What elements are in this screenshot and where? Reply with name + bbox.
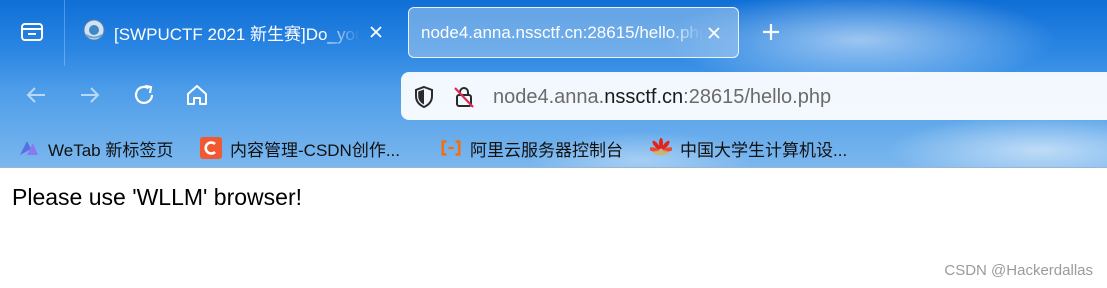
url-prefix: node4.anna. xyxy=(493,86,605,108)
plus-icon xyxy=(761,22,781,47)
huawei-icon xyxy=(650,137,672,159)
csdn-icon xyxy=(200,137,222,159)
bookmark-csdn[interactable]: 内容管理-CSDN创作... xyxy=(200,136,400,160)
url-text[interactable]: node4.anna.nssctf.cn:28615/hello.php xyxy=(493,86,831,109)
home-icon xyxy=(184,82,210,113)
tab-title: node4.anna.nssctf.cn:28615/hello.php xyxy=(421,22,703,42)
forward-button[interactable] xyxy=(73,80,107,114)
bookmark-label: 阿里云服务器控制台 xyxy=(470,140,623,160)
aliyun-icon xyxy=(440,137,462,159)
new-tab-button[interactable] xyxy=(754,17,788,51)
bookmark-huawei[interactable]: 中国大学生计算机设... xyxy=(650,136,847,160)
tab-swpuctf[interactable]: [SWPUCTF 2021 新生赛]Do_you_know_http xyxy=(70,7,400,58)
bookmarks-toolbar: WeTab 新标签页 内容管理-CSDN创作... 阿里云服务器控制台 中国大学… xyxy=(0,126,1107,168)
tab-close-button[interactable] xyxy=(364,20,388,44)
tracking-protection-shield-icon[interactable] xyxy=(411,84,437,110)
page-content: Please use 'WLLM' browser! CSDN @Hackerd… xyxy=(0,168,1107,288)
tab-title: [SWPUCTF 2021 新生赛]Do_you_know_http xyxy=(114,25,360,44)
reload-icon xyxy=(131,82,157,113)
tab-actions-icon xyxy=(18,17,46,50)
bookmark-aliyun[interactable]: 阿里云服务器控制台 xyxy=(440,136,623,160)
back-arrow-icon xyxy=(23,82,49,113)
tab-actions-button[interactable] xyxy=(0,0,65,66)
wetab-icon xyxy=(18,137,40,159)
tab-hello-php[interactable]: node4.anna.nssctf.cn:28615/hello.php xyxy=(408,7,739,58)
address-bar[interactable]: node4.anna.nssctf.cn:28615/hello.php xyxy=(401,72,1107,120)
bookmark-label: 中国大学生计算机设... xyxy=(680,140,848,160)
navigation-toolbar: node4.anna.nssctf.cn:28615/hello.php xyxy=(0,66,1107,126)
page-favicon-icon xyxy=(82,18,106,47)
tab-close-button[interactable] xyxy=(702,21,726,45)
back-button[interactable] xyxy=(19,80,53,114)
tab-strip: [SWPUCTF 2021 新生赛]Do_you_know_http node4… xyxy=(0,0,1107,66)
insecure-lock-icon[interactable] xyxy=(451,84,477,110)
bookmark-label: 内容管理-CSDN创作... xyxy=(230,140,400,160)
url-domain: nssctf.cn xyxy=(604,86,684,108)
home-button[interactable] xyxy=(180,80,214,114)
reload-button[interactable] xyxy=(127,80,161,114)
bookmark-wetab[interactable]: WeTab 新标签页 xyxy=(18,136,173,160)
watermark: CSDN @Hackerdallas xyxy=(944,262,1093,279)
forward-arrow-icon xyxy=(77,82,103,113)
url-path: :28615/hello.php xyxy=(683,86,832,108)
page-message: Please use 'WLLM' browser! xyxy=(12,184,303,210)
bookmark-label: WeTab 新标签页 xyxy=(48,140,174,160)
browser-window: [SWPUCTF 2021 新生赛]Do_you_know_http node4… xyxy=(0,0,1107,168)
